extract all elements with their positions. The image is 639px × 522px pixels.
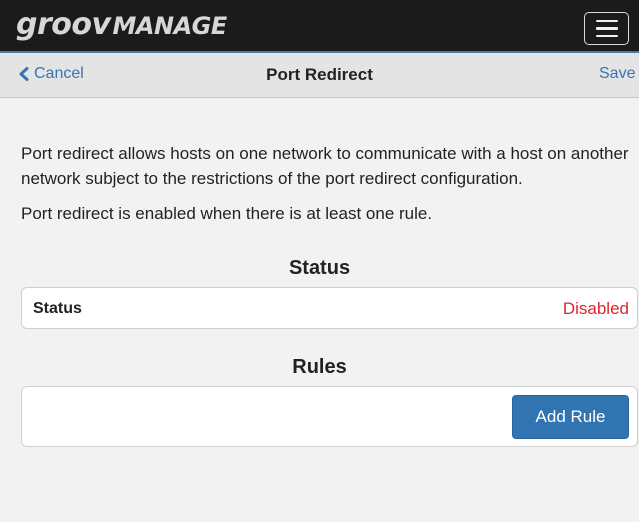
rules-heading: Rules [292,356,347,378]
groov-manage-logo: groovMANAGE [16,8,227,42]
hamburger-menu-icon[interactable] [584,12,629,45]
logo-text-groov: groov [16,7,111,42]
logo-text-manage: MANAGE [112,12,228,40]
app-header: groovMANAGE [0,0,639,51]
intro-paragraph-2: Port redirect is enabled when there is a… [21,204,433,223]
rules-card: Add Rule [21,386,638,447]
page-title: Port Redirect [266,65,373,84]
intro-paragraph-1: Port redirect allows hosts on one networ… [21,144,629,188]
intro-text: Port redirect allows hosts on one networ… [21,141,633,226]
status-label: Status [33,300,82,317]
add-rule-button[interactable]: Add Rule [512,395,629,439]
save-button[interactable]: Save [599,65,635,83]
status-card: Status Disabled [21,287,638,329]
status-value: Disabled [562,299,629,318]
nav-bar: Cancel Port Redirect Save [0,51,639,98]
status-heading: Status [288,257,351,279]
